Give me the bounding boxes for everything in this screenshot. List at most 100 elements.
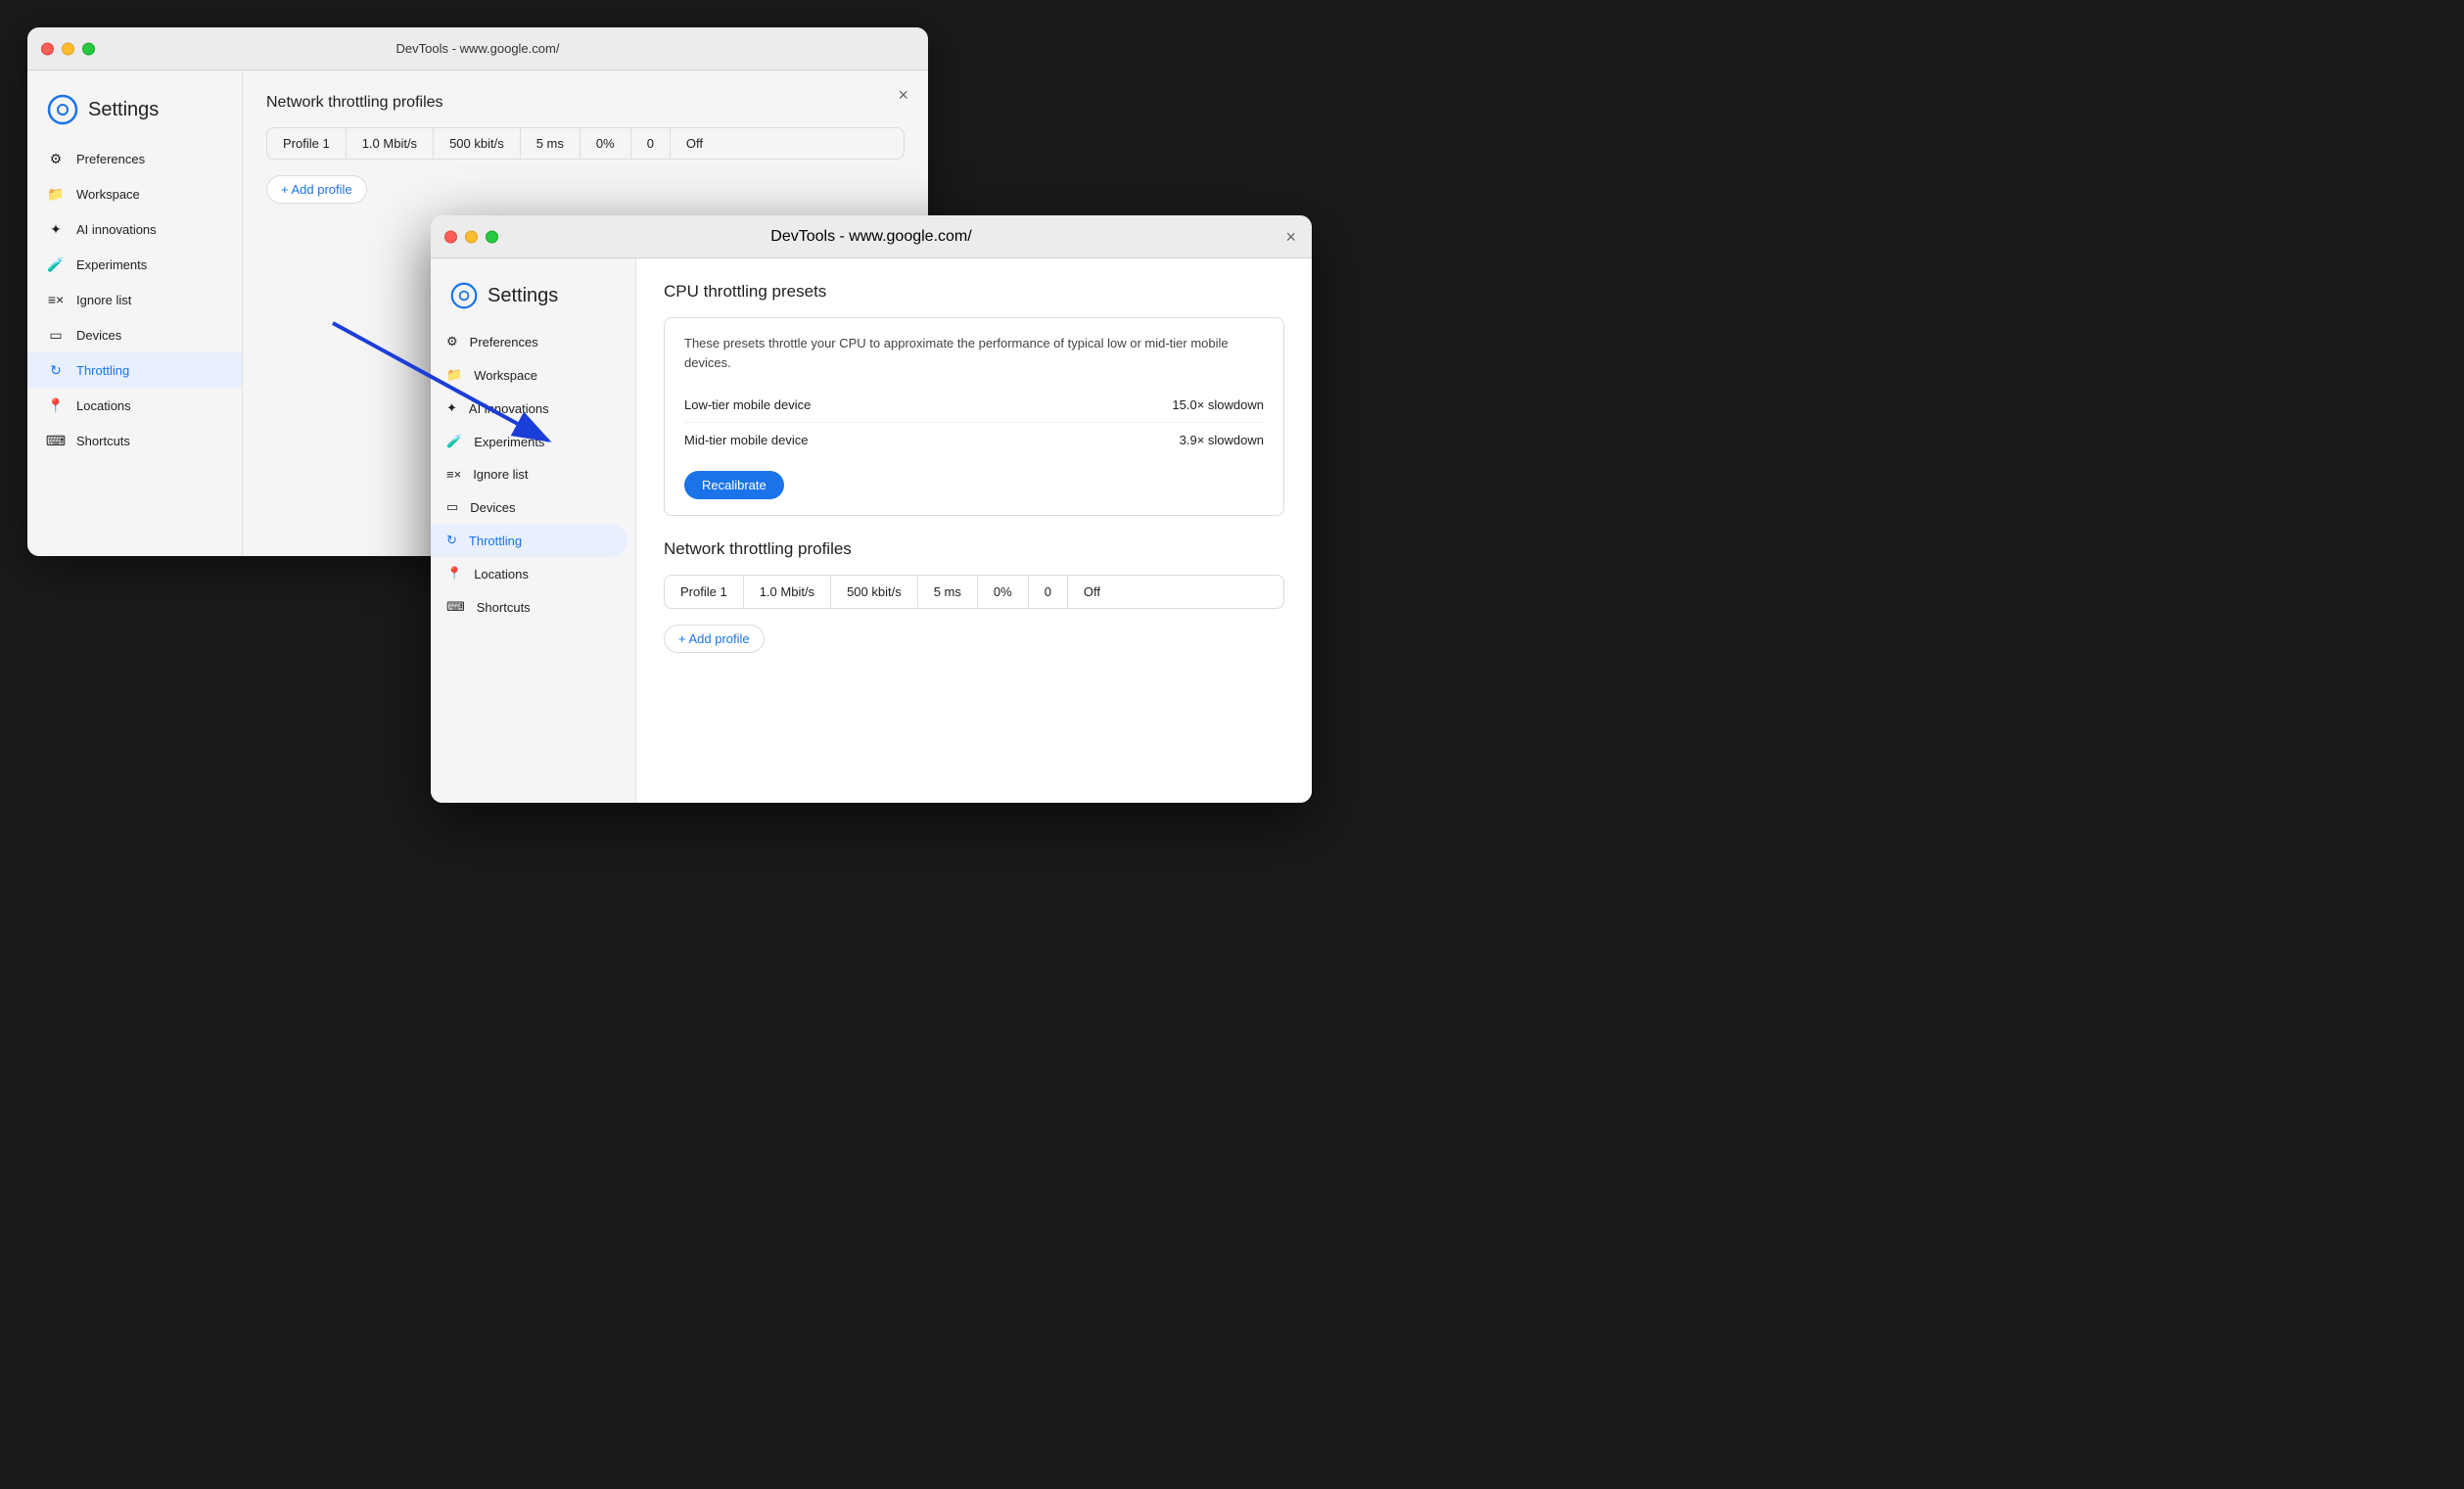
- devices-icon: ▭: [47, 326, 65, 344]
- back-title: DevTools - www.google.com/: [396, 41, 560, 56]
- preferences-icon: ⚙: [47, 150, 65, 167]
- sidebar-item-experiments[interactable]: 🧪 Experiments: [27, 247, 242, 282]
- front-titlebar: DevTools - www.google.com/ ×: [431, 215, 1312, 258]
- front-settings-title: Settings: [488, 285, 558, 307]
- front-settings-icon: [450, 282, 478, 309]
- ignore-list-icon: ≡×: [47, 291, 65, 308]
- workspace-label-front: Workspace: [474, 368, 537, 383]
- front-minimize-dot[interactable]: [465, 230, 478, 243]
- experiments-icon: 🧪: [47, 256, 65, 273]
- front-add-profile-button[interactable]: + Add profile: [664, 625, 765, 653]
- back-sidebar-items: ⚙ Preferences 📁 Workspace ✦ AI innovatio…: [27, 141, 242, 458]
- front-cpu-title: CPU throttling presets: [664, 282, 1284, 302]
- profile-cell: 0%: [581, 128, 631, 159]
- sidebar-item-ignore-list[interactable]: ≡× Ignore list: [27, 282, 242, 317]
- ignore-list-icon-front: ≡×: [446, 467, 461, 482]
- front-sidebar-item-shortcuts[interactable]: ⌨ Shortcuts: [431, 590, 635, 624]
- profile-cell: 500 kbit/s: [831, 576, 918, 608]
- preferences-icon-front: ⚙: [446, 334, 458, 349]
- throttling-label-front: Throttling: [469, 534, 522, 548]
- cpu-preset-mid: Mid-tier mobile device 3.9× slowdown: [684, 423, 1264, 457]
- front-sidebar-item-workspace[interactable]: 📁 Workspace: [431, 358, 635, 392]
- recalibrate-button[interactable]: Recalibrate: [684, 471, 784, 499]
- devices-icon-front: ▭: [446, 499, 458, 515]
- back-close-dot[interactable]: [41, 42, 54, 55]
- preferences-label-front: Preferences: [470, 335, 538, 349]
- workspace-icon-front: 📁: [446, 367, 462, 383]
- shortcuts-icon: ⌨: [47, 432, 65, 449]
- back-fullscreen-dot[interactable]: [82, 42, 95, 55]
- back-settings-header: Settings: [27, 86, 242, 141]
- back-profile-table: Profile 11.0 Mbit/s500 kbit/s5 ms0%0Off: [266, 127, 905, 160]
- sidebar-item-shortcuts[interactable]: ⌨ Shortcuts: [27, 423, 242, 458]
- devices-label-front: Devices: [470, 500, 515, 515]
- back-traffic-lights: [41, 42, 95, 55]
- ai-innovations-icon: ✦: [47, 220, 65, 238]
- devices-label: Devices: [76, 328, 121, 343]
- throttling-label: Throttling: [76, 363, 129, 378]
- front-close-dot[interactable]: [444, 230, 457, 243]
- preferences-label: Preferences: [76, 152, 145, 166]
- front-sidebar-item-locations[interactable]: 📍 Locations: [431, 557, 635, 590]
- workspace-label: Workspace: [76, 187, 140, 202]
- experiments-icon-front: 🧪: [446, 434, 462, 449]
- workspace-icon: 📁: [47, 185, 65, 203]
- sidebar-item-locations[interactable]: 📍 Locations: [27, 388, 242, 423]
- back-sidebar: Settings ⚙ Preferences 📁 Workspace ✦ AI …: [27, 70, 243, 556]
- front-traffic-lights: [444, 230, 498, 243]
- profile-cell: Off: [1068, 576, 1116, 608]
- sidebar-item-devices[interactable]: ▭ Devices: [27, 317, 242, 352]
- throttling-icon-front: ↻: [446, 533, 457, 548]
- experiments-label: Experiments: [76, 257, 147, 272]
- locations-icon: 📍: [47, 396, 65, 414]
- shortcuts-label: Shortcuts: [76, 434, 130, 448]
- front-body: Settings ⚙ Preferences 📁 Workspace ✦ AI …: [431, 258, 1312, 803]
- ai-innovations-label-front: AI innovations: [469, 401, 549, 416]
- front-sidebar-item-experiments[interactable]: 🧪 Experiments: [431, 425, 635, 458]
- back-titlebar: DevTools - www.google.com/: [27, 27, 928, 70]
- shortcuts-icon-front: ⌨: [446, 599, 465, 615]
- table-row: Profile 11.0 Mbit/s500 kbit/s5 ms0%0Off: [267, 128, 904, 159]
- back-close-button[interactable]: ×: [898, 86, 908, 104]
- table-row: Profile 11.0 Mbit/s500 kbit/s5 ms0%0Off: [665, 576, 1283, 608]
- front-profile-table: Profile 11.0 Mbit/s500 kbit/s5 ms0%0Off: [664, 575, 1284, 609]
- front-close-button[interactable]: ×: [1285, 227, 1296, 248]
- front-sidebar-items: ⚙ Preferences 📁 Workspace ✦ AI innovatio…: [431, 325, 635, 624]
- profile-cell: 5 ms: [918, 576, 978, 608]
- sidebar-item-preferences[interactable]: ⚙ Preferences: [27, 141, 242, 176]
- ignore-list-label: Ignore list: [76, 293, 131, 307]
- front-sidebar: Settings ⚙ Preferences 📁 Workspace ✦ AI …: [431, 258, 636, 803]
- front-network-title: Network throttling profiles: [664, 539, 1284, 559]
- locations-icon-front: 📍: [446, 566, 462, 582]
- profile-cell: 1.0 Mbit/s: [347, 128, 434, 159]
- front-window: DevTools - www.google.com/ × Settings ⚙ …: [431, 215, 1312, 803]
- throttling-icon: ↻: [47, 361, 65, 379]
- profile-cell: 0%: [978, 576, 1029, 608]
- cpu-preset-mid-value: 3.9× slowdown: [1180, 433, 1264, 447]
- shortcuts-label-front: Shortcuts: [477, 600, 531, 615]
- front-fullscreen-dot[interactable]: [486, 230, 498, 243]
- back-minimize-dot[interactable]: [62, 42, 74, 55]
- front-sidebar-item-ai-innovations[interactable]: ✦ AI innovations: [431, 392, 635, 425]
- back-settings-icon: [47, 94, 78, 125]
- sidebar-item-throttling[interactable]: ↻ Throttling: [27, 352, 242, 388]
- profile-cell: 5 ms: [521, 128, 581, 159]
- front-sidebar-item-ignore-list[interactable]: ≡× Ignore list: [431, 458, 635, 490]
- ignore-list-label-front: Ignore list: [473, 467, 528, 482]
- front-title: DevTools - www.google.com/: [770, 228, 971, 246]
- cpu-preset-low: Low-tier mobile device 15.0× slowdown: [684, 388, 1264, 423]
- back-add-profile-button[interactable]: + Add profile: [266, 175, 367, 204]
- profile-cell: 0: [1029, 576, 1068, 608]
- sidebar-item-ai-innovations[interactable]: ✦ AI innovations: [27, 211, 242, 247]
- profile-cell: Profile 1: [665, 576, 744, 608]
- sidebar-item-workspace[interactable]: 📁 Workspace: [27, 176, 242, 211]
- front-sidebar-item-devices[interactable]: ▭ Devices: [431, 490, 635, 524]
- ai-innovations-label: AI innovations: [76, 222, 157, 237]
- profile-cell: 500 kbit/s: [434, 128, 521, 159]
- locations-label: Locations: [76, 398, 131, 413]
- cpu-preset-low-label: Low-tier mobile device: [684, 397, 811, 412]
- cpu-preset-low-value: 15.0× slowdown: [1172, 397, 1264, 412]
- back-network-title: Network throttling profiles: [266, 94, 905, 112]
- front-sidebar-item-preferences[interactable]: ⚙ Preferences: [431, 325, 635, 358]
- front-sidebar-item-throttling[interactable]: ↻ Throttling: [431, 524, 628, 557]
